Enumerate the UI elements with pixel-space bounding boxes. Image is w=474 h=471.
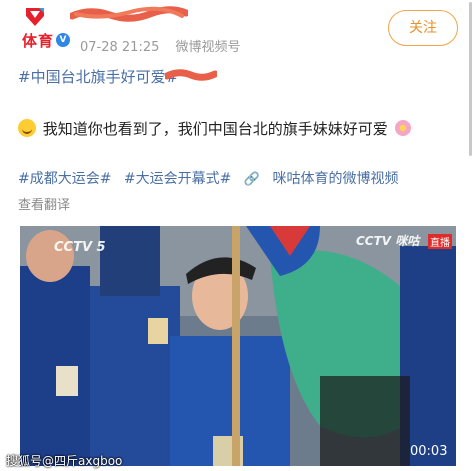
channel-logo-right: CCTV 咪咕 (356, 234, 420, 248)
video-player[interactable]: CCTV 5 CCTV 咪咕 直播 00:03 (20, 226, 456, 466)
video-frame (20, 226, 456, 466)
translate-link[interactable]: 查看翻译 (18, 194, 70, 213)
avatar[interactable]: 体育 V (22, 6, 70, 52)
link-icon: 🔗 (243, 172, 261, 187)
post-source[interactable]: 微博视频号 (176, 40, 241, 55)
tag-row: #成都大运会# #大运会开幕式# 🔗 咪咕体育的微博视频 (18, 168, 414, 188)
redacted-username (70, 6, 188, 22)
video-link-label: 咪咕体育的微博视频 (272, 171, 399, 187)
post-body: 我知道你也看到了，我们中国台北的旗手妹妹好可爱 (42, 120, 388, 138)
smile-emoji-icon (18, 119, 36, 137)
post-timestamp: 07-28 21:25 (80, 40, 160, 55)
follow-button[interactable]: 关注 (388, 10, 458, 46)
verified-icon: V (56, 33, 70, 47)
topic-tag-headline[interactable]: #中国台北旗手好可爱# (18, 66, 178, 87)
migu-logo-icon (26, 8, 44, 26)
flower-emoji-icon (394, 120, 411, 136)
avatar-label: 体育 (22, 32, 55, 50)
tag-chengdu-universiade[interactable]: #成都大运会# (18, 171, 111, 187)
video-timestamp: 00:03 (410, 444, 448, 459)
post-body-line: 我知道你也看到了，我们中国台北的旗手妹妹好可爱 (18, 118, 411, 139)
channel-logo-left: CCTV 5 (54, 240, 106, 255)
live-badge: 直播 (428, 234, 452, 249)
scrollbar-thumb[interactable] (469, 2, 472, 156)
redacted-tag-part (165, 69, 217, 81)
tag-opening-ceremony[interactable]: #大运会开幕式# (124, 171, 231, 187)
post-meta: 07-28 21:25 微博视频号 (80, 36, 253, 55)
video-link[interactable]: 🔗 咪咕体育的微博视频 (244, 171, 407, 187)
watermark: 搜狐号@四斤axgboo (6, 454, 123, 468)
